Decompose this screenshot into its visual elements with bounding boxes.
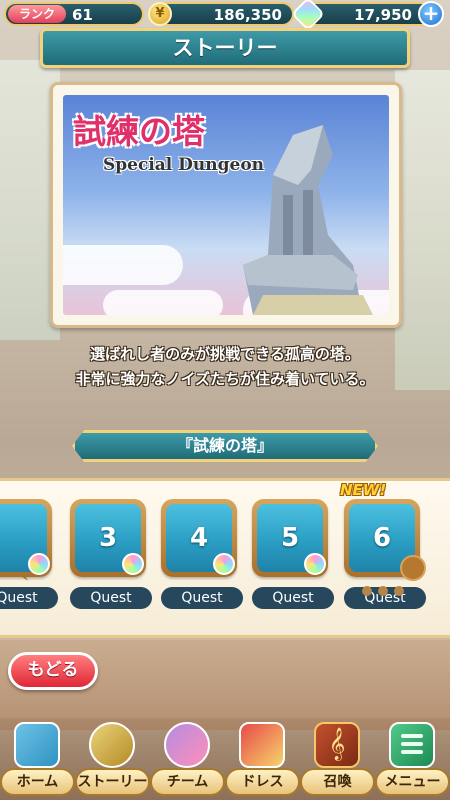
music-book-icon: 𝄞 <box>314 722 360 768</box>
cloud-shape <box>63 245 183 285</box>
add-gems-button[interactable]: + <box>418 1 444 27</box>
rainbow-gem-icon <box>122 553 144 575</box>
nav-label: チーム <box>150 768 225 796</box>
nav-dress[interactable]: ドレス <box>225 718 300 800</box>
section-title-banner: 『試練の塔』 <box>72 430 378 462</box>
coin-icon: ¥ <box>148 2 172 26</box>
quest-item-4[interactable]: 4 Quest <box>161 499 243 609</box>
menu-icon <box>389 722 435 768</box>
quest-label: Quest <box>252 587 334 609</box>
gem-value: 17,950 <box>354 6 412 24</box>
dungeon-card: 試練の塔 Special Dungeon <box>50 82 402 328</box>
nav-menu[interactable]: メニュー <box>375 718 450 800</box>
status-bar: ランク 61 ¥ 186,350 17,950 + <box>0 0 450 31</box>
description-line-1: 選ばれし者のみが挑戦できる孤高の塔。 <box>90 345 360 363</box>
new-badge: NEW! <box>340 481 387 499</box>
quest-label: Quest <box>0 587 58 609</box>
dungeon-title-en: Special Dungeon <box>103 155 265 175</box>
page-title-banner: ストーリー <box>40 28 410 68</box>
bottom-nav: ホーム ストーリー チーム ドレス 𝄞 召喚 メニュー <box>0 718 450 800</box>
rainbow-gem-icon <box>304 553 326 575</box>
back-button[interactable]: もどる <box>8 652 98 690</box>
trophy-icon <box>89 722 135 768</box>
quest-tile[interactable]: 6 <box>344 499 426 581</box>
nav-label: ストーリー <box>75 768 150 796</box>
cloud-shape <box>103 290 223 315</box>
quest-tile[interactable] <box>0 499 52 577</box>
description-line-2: 非常に強力なノイズたちが住み着いている。 <box>75 370 375 388</box>
rank-display: ランク 61 <box>4 2 144 26</box>
rainbow-gem-icon <box>213 553 235 575</box>
coin-value: 186,350 <box>213 6 282 24</box>
dress-icon <box>239 722 285 768</box>
rank-value: 61 <box>72 6 93 24</box>
map-pin-icon <box>14 722 60 768</box>
nav-team[interactable]: チーム <box>150 718 225 800</box>
section-title: 『試練の塔』 <box>176 436 273 455</box>
gem-icon <box>291 0 325 31</box>
rank-label: ランク <box>8 5 66 23</box>
tower-illustration <box>243 125 373 315</box>
nav-label: ドレス <box>225 768 300 796</box>
page-title: ストーリー <box>172 36 278 60</box>
nav-home[interactable]: ホーム <box>0 718 75 800</box>
quest-tile[interactable]: 3 <box>70 499 146 577</box>
more-dots-icon <box>362 581 422 596</box>
dungeon-art: 試練の塔 Special Dungeon <box>63 95 389 315</box>
quest-list: Quest 3 Quest 4 Quest 5 Quest NEW! 6 Que… <box>0 478 450 638</box>
nav-summon[interactable]: 𝄞 召喚 <box>300 718 375 800</box>
coin-display: ¥ 186,350 <box>148 2 294 26</box>
dungeon-title-jp: 試練の塔 <box>73 112 205 151</box>
quest-item-5[interactable]: 5 Quest <box>252 499 334 609</box>
quest-item-3[interactable]: 3 Quest <box>70 499 152 609</box>
quest-item-6[interactable]: NEW! 6 Quest <box>340 481 426 609</box>
dungeon-description: 選ばれし者のみが挑戦できる孤高の塔。 非常に強力なノイズたちが住み着いている。 <box>0 342 450 392</box>
quest-tile[interactable]: 5 <box>252 499 328 577</box>
rainbow-gem-icon <box>28 553 50 575</box>
team-icon <box>164 722 210 768</box>
nav-label: ホーム <box>0 768 75 796</box>
page-curl-icon <box>400 555 426 581</box>
quest-tile[interactable]: 4 <box>161 499 237 577</box>
nav-label: 召喚 <box>300 768 375 796</box>
nav-label: メニュー <box>375 768 450 796</box>
nav-story[interactable]: ストーリー <box>75 718 150 800</box>
quest-item-2[interactable]: Quest <box>0 499 58 609</box>
quest-label: Quest <box>70 587 152 609</box>
quest-label: Quest <box>161 587 243 609</box>
